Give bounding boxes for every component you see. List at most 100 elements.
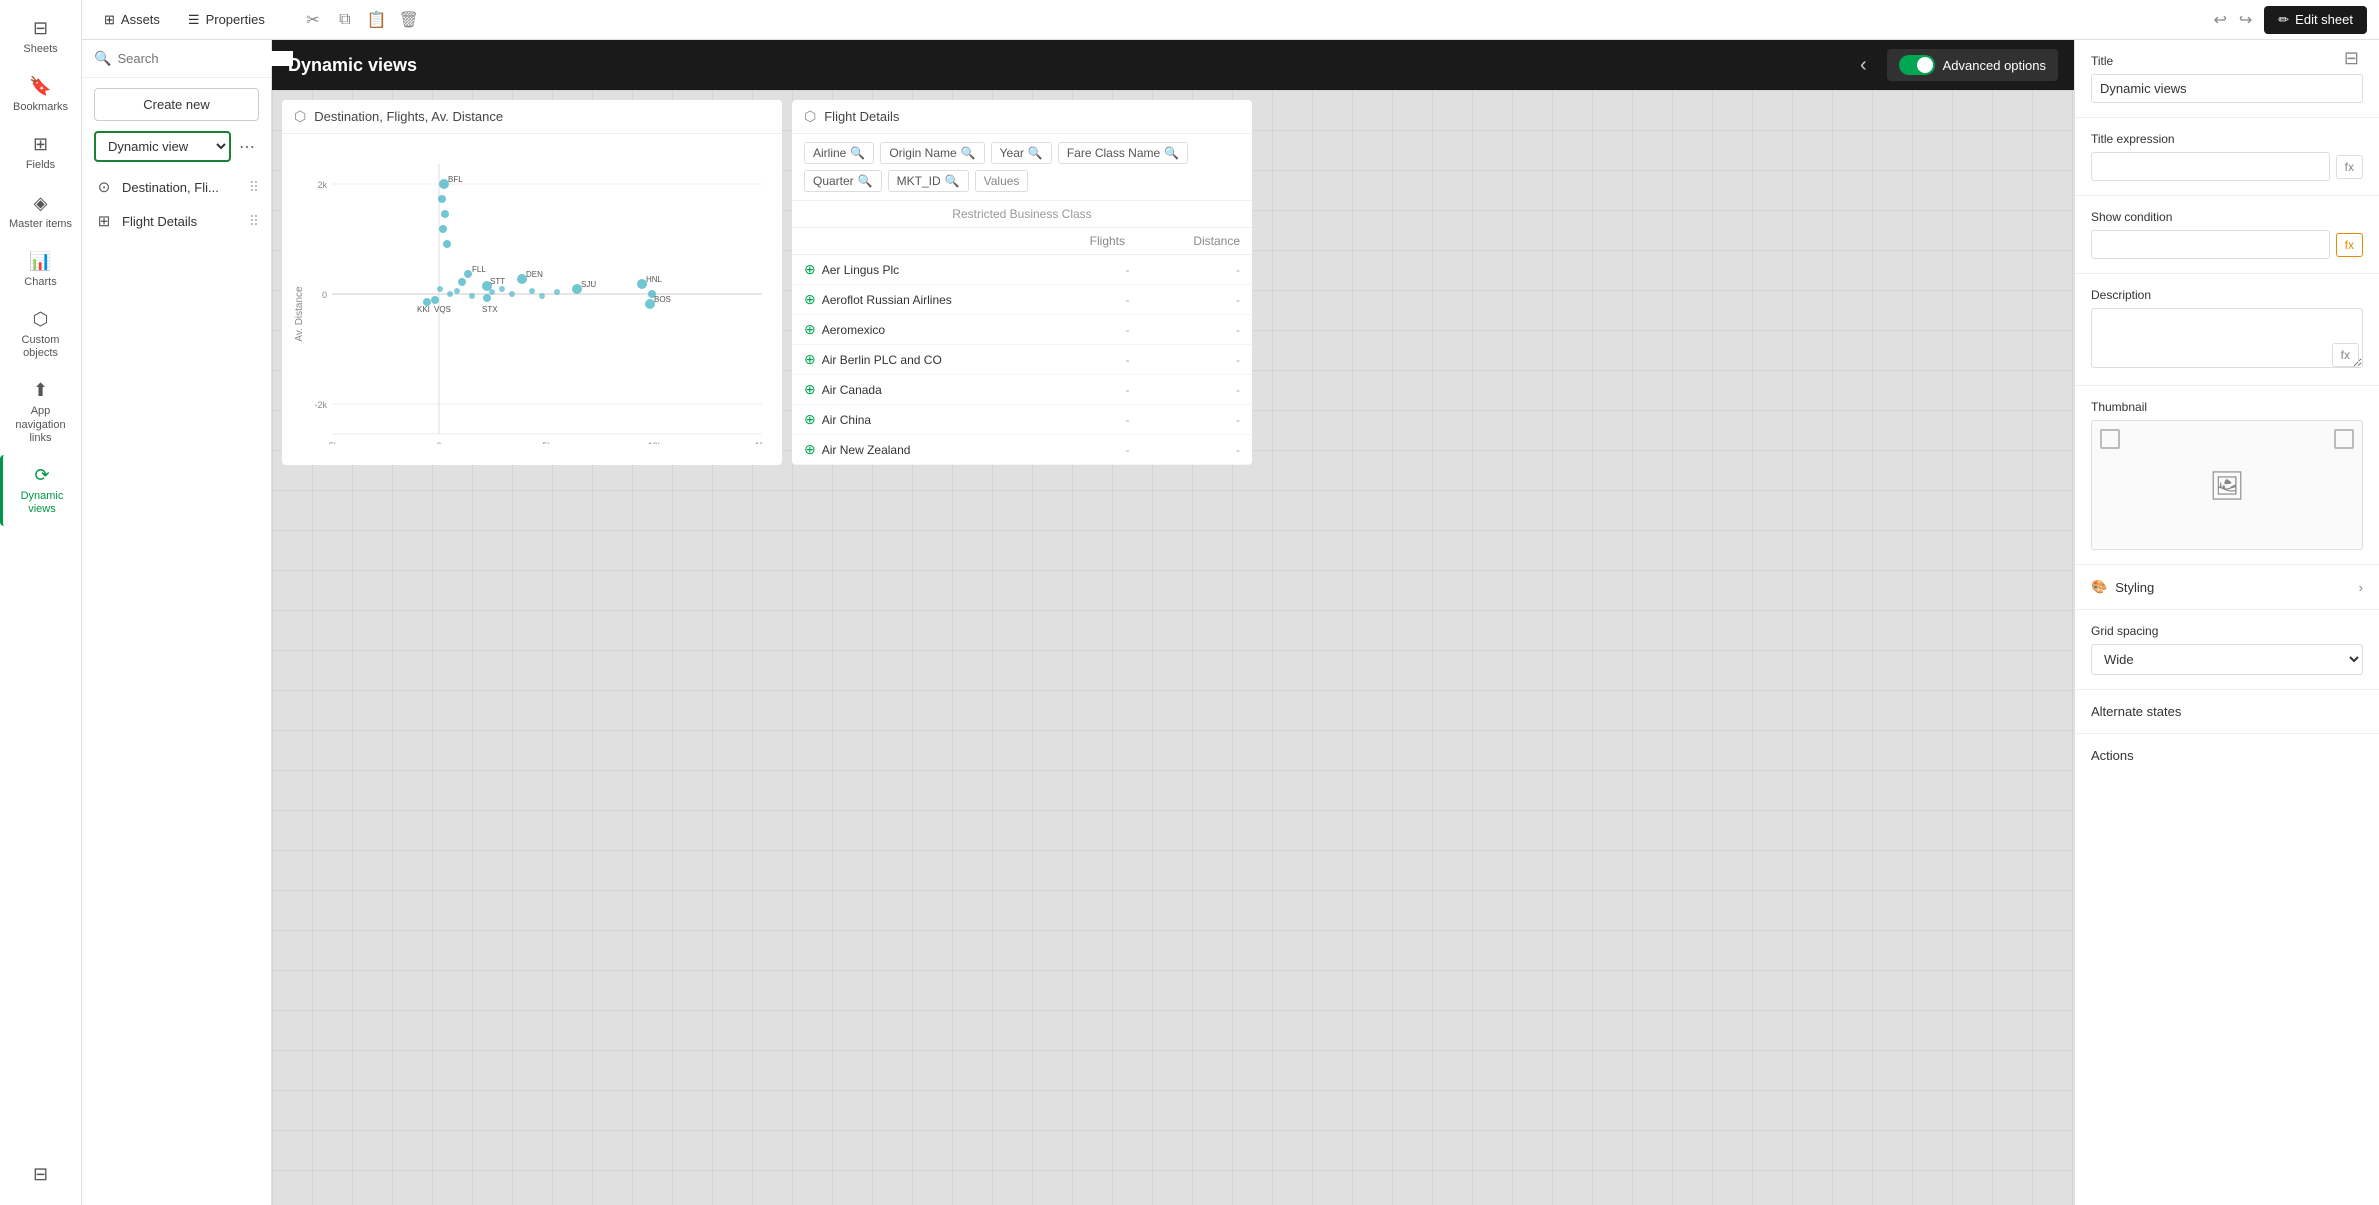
sidebar-item-app-nav[interactable]: ⬆ App navigation links [0, 370, 81, 455]
drag-handle-icon: ⠿ [249, 179, 259, 196]
title-expression-input[interactable] [2091, 152, 2330, 181]
pencil-icon: ✏ [2278, 12, 2289, 28]
more-options-button[interactable]: ⋯ [235, 135, 259, 159]
dv-title: Dynamic views [288, 55, 1840, 76]
svg-text:0: 0 [436, 441, 441, 444]
advanced-options-toggle[interactable]: Advanced options [1887, 49, 2058, 81]
undo-button[interactable]: ↩ [2209, 6, 2230, 34]
filter-year[interactable]: Year 🔍 [991, 142, 1052, 164]
sidebar-item-dynamic-views[interactable]: ⟳ Dynamic views [0, 455, 81, 526]
filter-fare-class[interactable]: Fare Class Name 🔍 [1058, 142, 1188, 164]
sidebar-item-master-items[interactable]: ◈ Master items [0, 183, 81, 241]
paste-button[interactable]: 📋 [363, 6, 391, 34]
sidebar-item-bottom[interactable]: ⊟ [0, 1154, 81, 1195]
search-box: 🔍 [82, 40, 271, 78]
filter-origin-name[interactable]: Origin Name 🔍 [880, 142, 984, 164]
sidebar-item-bookmarks[interactable]: 🔖 Bookmarks [0, 66, 81, 124]
table-filters: Airline 🔍 Origin Name 🔍 Year 🔍 Fare Clas… [792, 134, 1252, 201]
svg-text:5k: 5k [542, 441, 552, 444]
cut-button[interactable]: ✂ [299, 6, 327, 34]
title-input[interactable] [2091, 74, 2363, 103]
list-item-flight-details[interactable]: ⊞ Flight Details ⠿ [82, 204, 271, 238]
fx-description-button[interactable]: fx [2332, 343, 2359, 367]
bottom-icon: ⊟ [33, 1164, 48, 1185]
svg-text:BFL: BFL [448, 175, 463, 184]
description-section: Description fx [2075, 274, 2379, 386]
grid-spacing-select[interactable]: Wide [2091, 644, 2363, 675]
fields-icon: ⊞ [33, 134, 48, 155]
search-icon-airline: 🔍 [850, 146, 865, 160]
tab-assets[interactable]: ⊞ Assets [94, 6, 170, 34]
svg-text:Av. Distance: Av. Distance [294, 286, 305, 342]
description-input[interactable] [2091, 308, 2363, 368]
expand-icon: ⊕ [804, 441, 816, 458]
svg-text:FLL: FLL [472, 265, 486, 274]
table-row[interactable]: ⊕ Air New Zealand - - [792, 435, 1252, 465]
export-icon[interactable]: ⬡ [294, 108, 306, 125]
master-items-icon: ◈ [34, 193, 48, 214]
filter-mkt-id[interactable]: MKT_ID 🔍 [888, 170, 969, 192]
create-new-button[interactable]: Create new [94, 88, 259, 121]
tab-properties[interactable]: ☰ Properties [178, 6, 275, 34]
left-sidebar: ⊟ Sheets 🔖 Bookmarks ⊞ Fields ◈ Master i… [0, 0, 82, 1205]
svg-text:VQS: VQS [434, 305, 451, 314]
expand-icon: ⊕ [804, 411, 816, 428]
export-icon-table[interactable]: ⬡ [804, 108, 816, 125]
palette-icon: 🎨 [2091, 579, 2107, 595]
filter-airline[interactable]: Airline 🔍 [804, 142, 874, 164]
edit-sheet-button[interactable]: ✏ Edit sheet [2264, 6, 2367, 34]
right-panel: Sheet properties ⊟ Title Title expressio… [2074, 0, 2379, 1205]
redo-button[interactable]: ↪ [2235, 6, 2256, 34]
chart-panel-flight-details: ⬡ Flight Details Airline 🔍 Origin Name 🔍… [792, 100, 1252, 465]
chevron-right-icon: › [2359, 580, 2363, 595]
thumbnail-label: Thumbnail [2091, 400, 2363, 414]
show-condition-input[interactable] [2091, 230, 2330, 259]
sidebar-item-charts[interactable]: 📊 Charts [0, 241, 81, 299]
styling-row[interactable]: 🎨 Styling › [2075, 565, 2379, 610]
chart-panel-destination: ⬡ Destination, Flights, Av. Distance Av.… [282, 100, 782, 465]
canvas-content: ⬡ Destination, Flights, Av. Distance Av.… [272, 90, 2074, 475]
scatter-plot-area: Av. Distance Flights 2k 0 -2k -5k 0 5k [282, 134, 782, 464]
table-row[interactable]: ⊕ Air Canada - - [792, 375, 1252, 405]
copy-button[interactable]: ⧉ [331, 6, 359, 34]
dv-chevron-button[interactable]: ‹ [1852, 50, 1875, 81]
table-row[interactable]: ⊕ Air Berlin PLC and CO - - [792, 345, 1252, 375]
svg-text:-5k: -5k [326, 441, 339, 444]
sidebar-item-fields[interactable]: ⊞ Fields [0, 124, 81, 182]
table-row[interactable]: ⊕ Aeroflot Russian Airlines - - [792, 285, 1252, 315]
expand-icon: ⊕ [804, 261, 816, 278]
search-input[interactable] [117, 51, 293, 66]
table-body: ⊕ Aer Lingus Plc - - ⊕ Aeroflot Russian … [792, 255, 1252, 465]
thumbnail-area[interactable]: 🖼 [2091, 420, 2363, 550]
search-icon: 🔍 [94, 50, 111, 67]
table-row[interactable]: ⊕ Aeromexico - - [792, 315, 1252, 345]
alternate-states-row: Alternate states [2075, 690, 2379, 734]
fx-title-button[interactable]: fx [2336, 155, 2363, 179]
sidebar-item-sheets[interactable]: ⊟ Sheets [0, 8, 81, 66]
assets-icon: ⊞ [104, 12, 115, 28]
filter-quarter[interactable]: Quarter 🔍 [804, 170, 882, 192]
list-item-destination[interactable]: ⊙ Destination, Fli... ⠿ [82, 170, 271, 204]
thumbnail-upload-icon: 🖼 [2209, 469, 2245, 502]
fx-condition-button[interactable]: fx [2336, 233, 2363, 257]
col-header-flights: Flights [1018, 234, 1133, 248]
svg-text:2k: 2k [317, 180, 327, 190]
expand-icon: ⊕ [804, 351, 816, 368]
dynamic-views-icon: ⟳ [34, 465, 49, 486]
svg-text:-2k: -2k [314, 400, 327, 410]
view-type-select[interactable]: Dynamic view [94, 131, 231, 162]
grid-spacing-section: Grid spacing Wide [2075, 610, 2379, 690]
actions-row: Actions [2075, 734, 2379, 777]
title-expression-section: Title expression fx [2075, 118, 2379, 196]
expand-icon: ⊕ [804, 381, 816, 398]
table-row[interactable]: ⊕ Air China - - [792, 405, 1252, 435]
undo-redo: ↩ ↪ [2209, 6, 2256, 34]
show-condition-label: Show condition [2091, 210, 2363, 224]
scatter-svg: Av. Distance Flights 2k 0 -2k -5k 0 5k [292, 144, 762, 444]
table-row[interactable]: ⊕ Aer Lingus Plc - - [792, 255, 1252, 285]
bookmarks-icon: 🔖 [29, 76, 51, 97]
delete-button[interactable]: 🗑 [395, 6, 423, 34]
table-icon: ⊞ [94, 212, 114, 230]
sidebar-item-custom-objects[interactable]: ⬡ Custom objects [0, 299, 81, 370]
chart-title-flight-details: Flight Details [824, 109, 899, 124]
